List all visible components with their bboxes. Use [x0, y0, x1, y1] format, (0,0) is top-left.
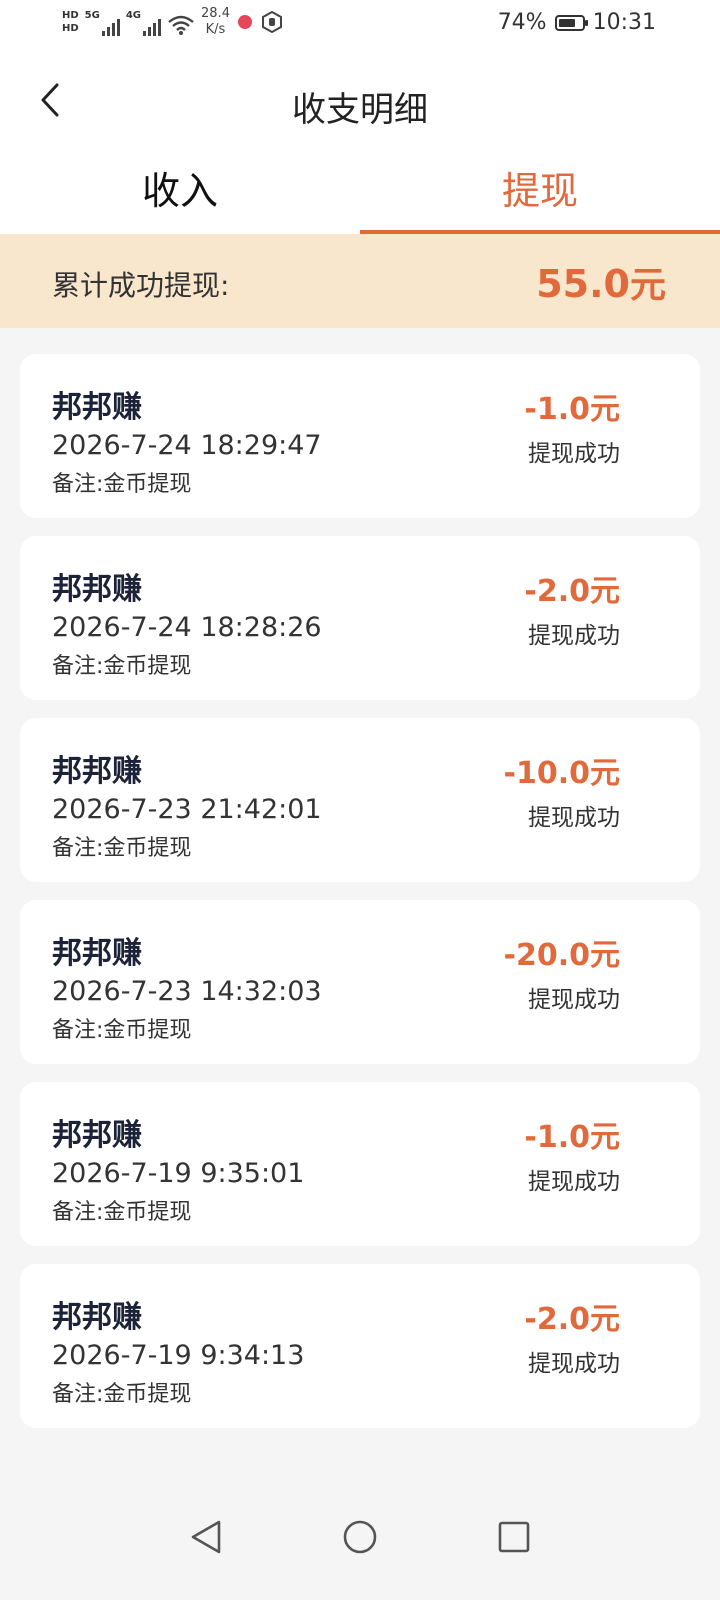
record-amount: -2.0元 — [524, 574, 620, 609]
record-amount: -10.0元 — [503, 756, 620, 791]
nav-back-button[interactable] — [186, 1517, 226, 1557]
battery-percent: 74% — [497, 10, 547, 35]
record-amount: -1.0元 — [524, 392, 620, 427]
record-time: 2026-7-23 14:32:03 — [52, 976, 322, 1007]
record-status: 提现成功 — [528, 441, 620, 467]
hand-notification-icon — [261, 10, 282, 34]
speed-value: 28.4 — [201, 6, 230, 21]
record-name: 邦邦赚 — [52, 572, 142, 607]
hd-indicator: HD HD — [62, 9, 79, 35]
record-list[interactable]: 邦邦赚 2026-7-24 18:29:47 备注:金币提现 -1.0元 提现成… — [0, 328, 720, 1430]
signal-5g-icon — [101, 16, 120, 36]
record-note: 备注:金币提现 — [52, 1382, 192, 1407]
record-status: 提现成功 — [528, 623, 620, 649]
triangle-back-icon — [191, 1520, 221, 1554]
nav-header: 收支明细 — [0, 48, 720, 158]
record-amount: -2.0元 — [524, 1302, 620, 1337]
net-5g-label: 5G — [84, 10, 100, 21]
record-status: 提现成功 — [528, 805, 620, 831]
nav-home-button[interactable] — [340, 1517, 380, 1557]
record-time: 2026-7-19 9:34:13 — [52, 1340, 305, 1371]
list-item[interactable]: 邦邦赚 2026-7-24 18:28:26 备注:金币提现 -2.0元 提现成… — [20, 536, 700, 700]
record-note: 备注:金币提现 — [52, 654, 192, 679]
record-note: 备注:金币提现 — [52, 1200, 192, 1225]
list-item[interactable]: 邦邦赚 2026-7-23 14:32:03 备注:金币提现 -20.0元 提现… — [20, 900, 700, 1064]
net-4g-label: 4G — [125, 10, 142, 21]
list-item[interactable]: 邦邦赚 2026-7-24 18:29:47 备注:金币提现 -1.0元 提现成… — [20, 354, 700, 518]
summary-amount-value: 55.0 — [536, 262, 630, 306]
list-item[interactable]: 邦邦赚 2026-7-23 21:42:01 备注:金币提现 -10.0元 提现… — [20, 718, 700, 882]
network-speed: 28.4 K/s — [201, 6, 230, 38]
record-status: 提现成功 — [528, 987, 620, 1013]
hd-top-label: HD — [62, 10, 79, 21]
record-name: 邦邦赚 — [52, 1300, 142, 1335]
square-recents-icon — [498, 1521, 530, 1553]
record-name: 邦邦赚 — [52, 1118, 142, 1153]
tab-bar: 收入 提现 — [0, 158, 720, 234]
tab-income[interactable]: 收入 — [0, 158, 360, 234]
record-time: 2026-7-24 18:28:26 — [52, 612, 322, 643]
record-time: 2026-7-23 21:42:01 — [52, 794, 322, 825]
system-nav-bar — [0, 1474, 720, 1600]
record-amount: -1.0元 — [524, 1120, 620, 1155]
wifi-icon — [168, 15, 194, 35]
hd-bottom-label: HD — [62, 23, 79, 34]
circle-home-icon — [343, 1520, 377, 1554]
status-left: HD HD 5G 4G 28.4 K/s — [62, 6, 284, 38]
clock: 10:31 — [592, 10, 656, 35]
summary-amount: 55.0元 — [536, 256, 666, 308]
record-name: 邦邦赚 — [52, 390, 142, 425]
record-status: 提现成功 — [528, 1169, 620, 1195]
status-right: 74% 10:31 — [498, 10, 656, 35]
summary-amount-unit: 元 — [629, 265, 666, 306]
speed-unit: K/s — [205, 22, 226, 37]
record-note: 备注:金币提现 — [52, 472, 192, 497]
battery-fill — [558, 18, 575, 27]
summary-label: 累计成功提现: — [52, 269, 230, 302]
record-note: 备注:金币提现 — [52, 836, 192, 861]
withdraw-summary: 累计成功提现: 55.0元 — [0, 234, 720, 328]
page-title: 收支明细 — [292, 90, 428, 130]
record-note: 备注:金币提现 — [52, 1018, 192, 1043]
tab-withdraw[interactable]: 提现 — [360, 158, 720, 234]
list-item[interactable]: 邦邦赚 2026-7-19 9:34:13 备注:金币提现 -2.0元 提现成功 — [20, 1264, 700, 1428]
list-item[interactable]: 邦邦赚 2026-7-19 9:35:01 备注:金币提现 -1.0元 提现成功 — [20, 1082, 700, 1246]
record-status: 提现成功 — [528, 1351, 620, 1377]
record-amount: -20.0元 — [503, 938, 620, 973]
nav-recents-button[interactable] — [494, 1517, 534, 1557]
record-name: 邦邦赚 — [52, 754, 142, 789]
status-bar: HD HD 5G 4G 28.4 K/s 74% 10:31 — [0, 0, 720, 48]
app-notification-icon — [237, 15, 252, 29]
record-time: 2026-7-19 9:35:01 — [52, 1158, 305, 1189]
top-area: HD HD 5G 4G 28.4 K/s 74% 10:31 收支明细 收入 提… — [0, 0, 720, 234]
record-name: 邦邦赚 — [52, 936, 142, 971]
record-time: 2026-7-24 18:29:47 — [52, 430, 322, 461]
battery-icon — [554, 14, 588, 31]
signal-4g-icon — [143, 16, 162, 36]
